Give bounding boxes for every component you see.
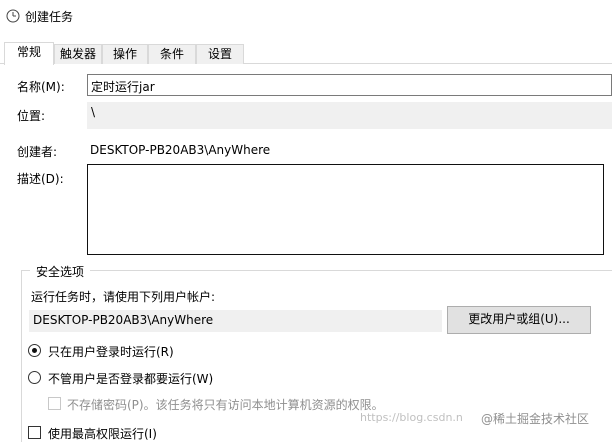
author-label: 创建者: bbox=[17, 145, 58, 159]
description-label: 描述(D): bbox=[17, 172, 64, 186]
description-textarea[interactable] bbox=[87, 164, 604, 255]
location-value: \ bbox=[87, 102, 612, 129]
name-label: 名称(M): bbox=[17, 80, 65, 94]
tab-triggers[interactable]: 触发器 bbox=[54, 44, 102, 64]
radio-logged-on[interactable] bbox=[28, 344, 41, 357]
clock-icon bbox=[6, 9, 20, 23]
security-options-title: 安全选项 bbox=[30, 263, 91, 280]
name-input[interactable]: 定时运行jar bbox=[87, 74, 612, 96]
location-label: 位置: bbox=[17, 109, 46, 123]
tab-conditions[interactable]: 条件 bbox=[148, 44, 196, 64]
tab-strip: 常规 触发器 操作 条件 设置 bbox=[0, 42, 612, 65]
radio-selected-dot bbox=[32, 348, 37, 353]
tab-actions[interactable]: 操作 bbox=[102, 44, 148, 64]
highest-privileges-label[interactable]: 使用最高权限运行(I) bbox=[48, 425, 157, 442]
do-not-store-password-label: 不存储密码(P)。该任务将只有访问本地计算机资源的权限。 bbox=[67, 398, 384, 412]
radio-whether-logged[interactable] bbox=[28, 371, 41, 384]
radio-logged-on-label[interactable]: 只在用户登录时运行(R) bbox=[48, 343, 174, 360]
watermark-brand: @稀土掘金技术社区 bbox=[481, 412, 590, 426]
change-user-button[interactable]: 更改用户或组(U)... bbox=[447, 306, 591, 334]
window-title: 创建任务 bbox=[25, 10, 74, 24]
highest-privileges-checkbox[interactable] bbox=[28, 426, 41, 439]
user-account-field: DESKTOP-PB20AB3\AnyWhere bbox=[29, 310, 442, 332]
tab-general[interactable]: 常规 bbox=[4, 42, 54, 65]
run-as-prompt: 运行任务时，请使用下列用户帐户: bbox=[31, 290, 216, 304]
radio-whether-logged-label[interactable]: 不管用户是否登录都要运行(W) bbox=[48, 370, 213, 387]
title-bar: 创建任务 bbox=[0, 0, 612, 32]
do-not-store-password-checkbox bbox=[48, 397, 61, 410]
tab-settings[interactable]: 设置 bbox=[196, 44, 244, 64]
author-value: DESKTOP-PB20AB3\AnyWhere bbox=[90, 143, 271, 157]
watermark-url: https://blog.csdn.n bbox=[360, 411, 463, 424]
